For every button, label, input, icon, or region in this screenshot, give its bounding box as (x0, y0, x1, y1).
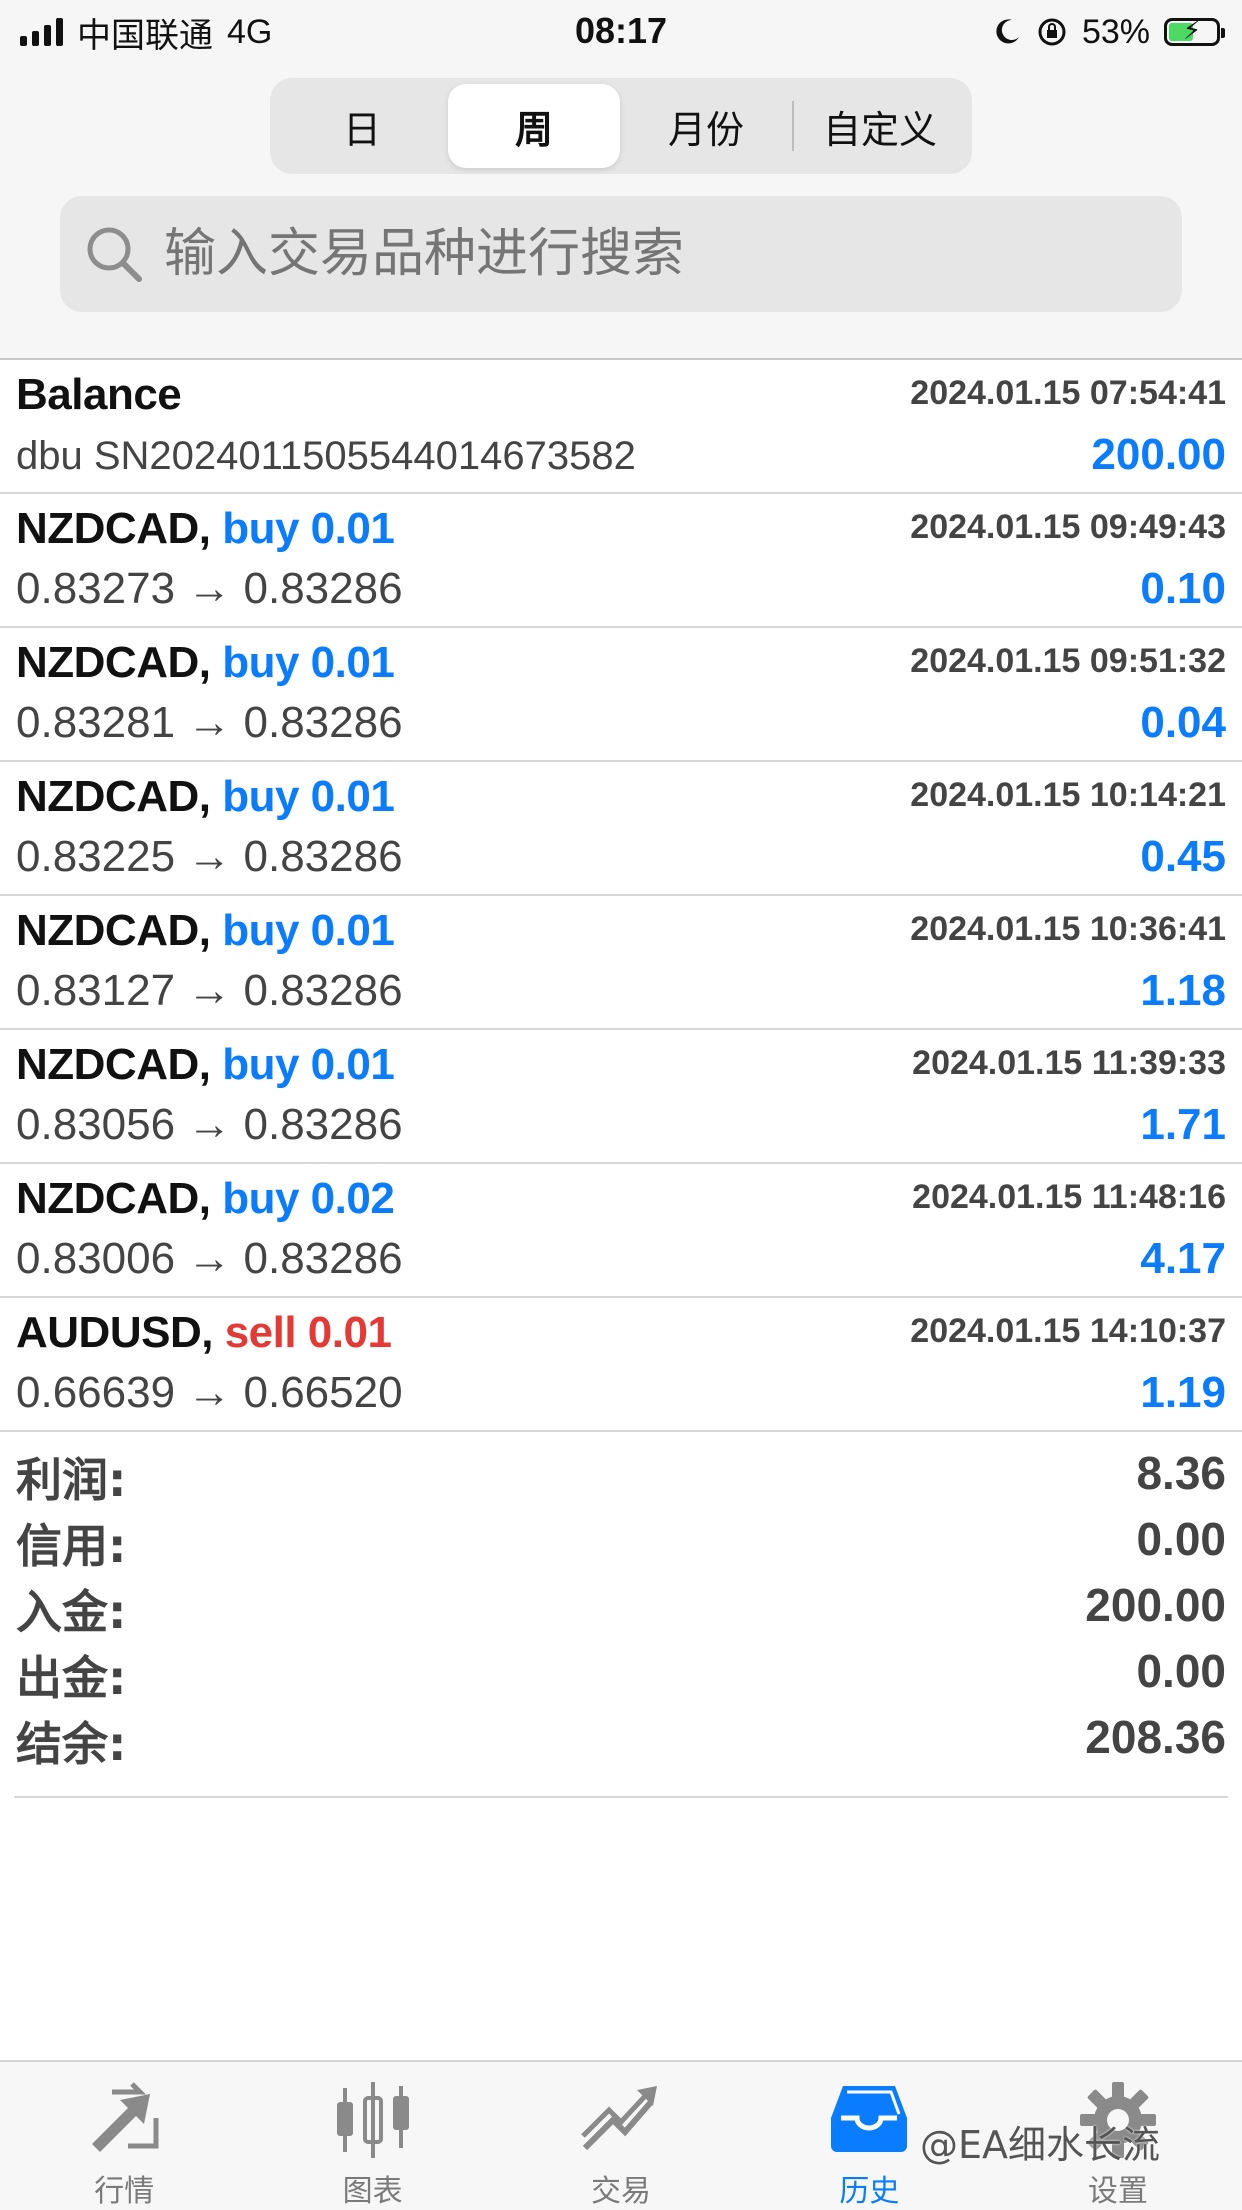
trade-symbol: NZDCAD, (16, 772, 211, 821)
profit-value: 8.36 (1136, 1447, 1226, 1499)
period-segmented-control: 日 周 月份 自定义 (270, 78, 972, 174)
balance-label: 结余: (16, 1717, 127, 1771)
balance-comment: dbu SN20240115055440146735​82 (16, 434, 636, 478)
trade-time: 2024.01.15 09:49:43 (910, 508, 1226, 546)
balance-time: 2024.01.15 07:54:41 (910, 374, 1226, 412)
credit-label: 信用: (16, 1519, 127, 1573)
status-right: 53% ⚡ (992, 10, 1225, 54)
trade-prices: 0.83273 → 0.83286 (16, 564, 403, 613)
summary-section: 利润: 8.36 信用: 0.00 入金: 200.00 出金: 0.00 结余… (0, 1438, 1242, 1798)
summary-credit: 信用: 0.00 (0, 1504, 1242, 1573)
summary-divider (14, 1796, 1228, 1798)
deposit-label: 入金: (16, 1585, 127, 1639)
search-bar[interactable] (60, 196, 1182, 312)
trade-profit: 1.71 (1140, 1100, 1226, 1149)
trade-row[interactable]: NZDCAD, buy 0.01 2024.01.15 10:36:41 0.8… (0, 896, 1242, 1030)
summary-balance: 结余: 208.36 (0, 1702, 1242, 1771)
trade-side: buy 0.01 (222, 772, 395, 821)
trade-prices: 0.83006 → 0.83286 (16, 1234, 403, 1283)
tab-trade-label: 交易 (591, 2174, 652, 2209)
balance-row[interactable]: Balance 2024.01.15 07:54:41 dbu SN202401… (0, 360, 1242, 494)
history-inbox-icon (831, 2086, 908, 2152)
trade-row[interactable]: NZDCAD, buy 0.02 2024.01.15 11:48:16 0.8… (0, 1164, 1242, 1298)
segment-week[interactable]: 周 (448, 84, 620, 168)
withdrawal-label: 出金: (16, 1651, 127, 1705)
credit-value: 0.00 (1136, 1513, 1226, 1565)
trade-symbol: AUDUSD, (16, 1308, 213, 1357)
quotes-arrows-icon (92, 2082, 159, 2152)
withdrawal-value: 0.00 (1136, 1645, 1226, 1697)
trade-prices: 0.83056 → 0.83286 (16, 1100, 403, 1149)
trade-symbol: NZDCAD, (16, 1040, 211, 1089)
status-bar: 中国联通 4G 08:17 53% ⚡ (0, 0, 1242, 64)
trade-side: buy 0.01 (222, 906, 395, 955)
summary-withdrawal: 出金: 0.00 (0, 1636, 1242, 1705)
summary-deposit: 入金: 200.00 (0, 1570, 1242, 1639)
tab-charts-label: 图表 (342, 2174, 403, 2209)
trade-profit: 0.04 (1140, 698, 1226, 747)
summary-profit: 利润: 8.36 (0, 1438, 1242, 1507)
trade-symbol: NZDCAD, (16, 638, 211, 687)
search-input[interactable] (162, 223, 1146, 285)
trade-profit: 4.17 (1140, 1234, 1226, 1283)
trade-prices: 0.83127 → 0.83286 (16, 966, 403, 1015)
trade-profit: 1.18 (1140, 966, 1226, 1015)
segment-month[interactable]: 月份 (620, 84, 792, 168)
trade-symbol: NZDCAD, (16, 1174, 211, 1223)
trade-symbol: NZDCAD, (16, 906, 211, 955)
header-area: 日 周 月份 自定义 (0, 64, 1242, 360)
trade-time: 2024.01.15 11:48:16 (912, 1178, 1226, 1216)
segment-custom[interactable]: 自定义 (794, 84, 966, 168)
trade-row[interactable]: NZDCAD, buy 0.01 2024.01.15 11:39:33 0.8… (0, 1030, 1242, 1164)
moon-icon (996, 19, 1019, 44)
tab-charts[interactable]: 图表 (248, 2062, 496, 2210)
watermark: @EA细水长流 (920, 2123, 1161, 2167)
trade-prices: 0.83281 → 0.83286 (16, 698, 403, 747)
trade-row[interactable]: NZDCAD, buy 0.01 2024.01.15 10:14:21 0.8… (0, 762, 1242, 896)
tab-quotes[interactable]: 行情 (0, 2062, 248, 2210)
trade-side: buy 0.01 (222, 1040, 395, 1089)
tab-quotes-label: 行情 (94, 2174, 155, 2209)
trade-time: 2024.01.15 10:14:21 (910, 776, 1226, 814)
trade-profit: 0.10 (1140, 564, 1226, 613)
trade-profit: 0.45 (1140, 832, 1226, 881)
trade-row[interactable]: NZDCAD, buy 0.01 2024.01.15 09:49:43 0.8… (0, 494, 1242, 628)
trade-row[interactable]: NZDCAD, buy 0.01 2024.01.15 09:51:32 0.8… (0, 628, 1242, 762)
deposit-value: 200.00 (1085, 1579, 1226, 1631)
balance-amount: 200.00 (1091, 430, 1226, 479)
history-list: Balance 2024.01.15 07:54:41 dbu SN202401… (0, 360, 1242, 1432)
trade-row[interactable]: AUDUSD, sell 0.01 2024.01.15 14:10:37 0.… (0, 1298, 1242, 1432)
rotation-lock-icon (1038, 18, 1066, 46)
trade-time: 2024.01.15 14:10:37 (910, 1312, 1226, 1350)
trade-side: buy 0.01 (222, 504, 395, 553)
trade-trend-icon (581, 2086, 658, 2151)
tab-history-label: 历史 (839, 2174, 900, 2209)
segment-day[interactable]: 日 (276, 84, 448, 168)
battery-percent: 53% (1081, 12, 1150, 51)
balance-value: 208.36 (1085, 1711, 1226, 1763)
profit-label: 利润: (16, 1453, 127, 1507)
trade-side: buy 0.02 (222, 1174, 395, 1223)
trade-prices: 0.66639 → 0.66520 (16, 1368, 403, 1417)
tab-trade[interactable]: 交易 (497, 2062, 745, 2210)
candlestick-icon (336, 2082, 409, 2158)
tab-settings-label: 设置 (1087, 2174, 1148, 2209)
battery-icon: ⚡ (1164, 15, 1225, 46)
trade-time: 2024.01.15 11:39:33 (912, 1044, 1226, 1082)
trade-profit: 1.19 (1140, 1368, 1226, 1417)
trade-side: buy 0.01 (222, 638, 395, 687)
search-icon (87, 227, 142, 282)
trade-time: 2024.01.15 09:51:32 (910, 642, 1226, 680)
trade-side: sell 0.01 (224, 1308, 392, 1357)
balance-title: Balance (16, 370, 182, 419)
trade-symbol: NZDCAD, (16, 504, 211, 553)
trade-time: 2024.01.15 10:36:41 (910, 910, 1226, 948)
trade-prices: 0.83225 → 0.83286 (16, 832, 403, 881)
